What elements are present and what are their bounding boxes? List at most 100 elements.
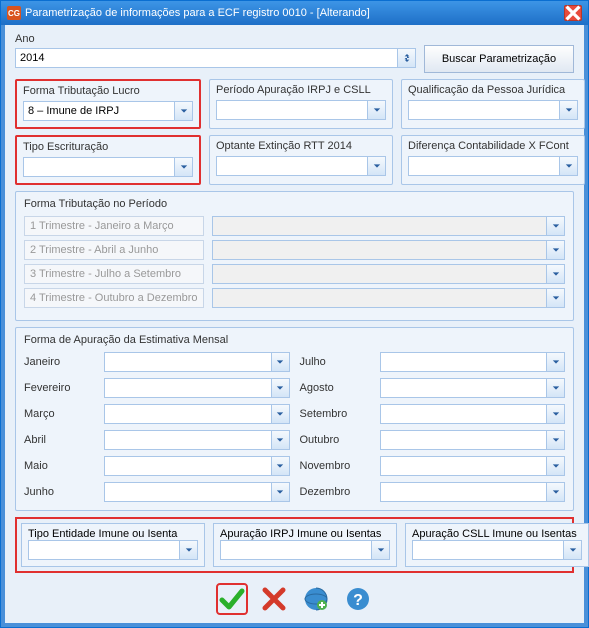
periodo-apuracao-combo[interactable]: [216, 100, 386, 120]
month-input[interactable]: [105, 457, 271, 475]
chevron-down-icon[interactable]: [546, 289, 564, 307]
optante-input[interactable]: [217, 157, 367, 175]
optante-combo[interactable]: [216, 156, 386, 176]
buscar-button[interactable]: Buscar Parametrização: [424, 45, 574, 73]
cancel-button[interactable]: [258, 583, 290, 615]
chevron-down-icon[interactable]: [271, 405, 289, 423]
apur-irpj-group: Apuração IRPJ Imune ou Isentas: [213, 523, 397, 567]
month-input[interactable]: [105, 353, 271, 371]
trimestre-combo[interactable]: [212, 288, 565, 308]
help-button[interactable]: ?: [342, 583, 374, 615]
month-combo[interactable]: [104, 404, 290, 424]
trimestre-combo[interactable]: [212, 216, 565, 236]
chevron-down-icon[interactable]: [546, 431, 564, 449]
trimestre-row: 4 Trimestre - Outubro a Dezembro: [24, 288, 565, 308]
chevron-down-icon[interactable]: [367, 101, 385, 119]
apur-irpj-title: Apuração IRPJ Imune ou Isentas: [220, 528, 381, 540]
chevron-down-icon[interactable]: [546, 379, 564, 397]
close-button[interactable]: [564, 5, 582, 21]
chevron-down-icon[interactable]: [546, 483, 564, 501]
forma-tributacao-combo[interactable]: [23, 101, 193, 121]
chevron-down-icon[interactable]: [271, 457, 289, 475]
month-input[interactable]: [381, 405, 547, 423]
month-input[interactable]: [105, 483, 271, 501]
chevron-down-icon[interactable]: [546, 405, 564, 423]
chevron-down-icon[interactable]: [546, 217, 564, 235]
chevron-down-icon[interactable]: [271, 379, 289, 397]
qualificacao-input[interactable]: [409, 101, 559, 119]
apur-irpj-combo[interactable]: [220, 540, 390, 560]
chevron-down-icon[interactable]: [174, 158, 192, 176]
chevron-down-icon[interactable]: [546, 265, 564, 283]
tipo-entidade-input[interactable]: [29, 541, 179, 559]
chevron-down-icon[interactable]: [271, 431, 289, 449]
trimestre-input[interactable]: [213, 241, 546, 259]
ano-dropdown-button[interactable]: [397, 49, 415, 67]
chevron-down-icon[interactable]: [546, 353, 564, 371]
month-input[interactable]: [105, 405, 271, 423]
trib-periodo-legend: Forma Tributação no Período: [24, 198, 565, 210]
chevron-down-icon[interactable]: [271, 483, 289, 501]
month-combo[interactable]: [380, 482, 566, 502]
diferenca-group: Diferença Contabilidade X FCont: [401, 135, 585, 185]
apur-csll-input[interactable]: [413, 541, 563, 559]
month-input[interactable]: [381, 431, 547, 449]
svg-text:?: ?: [353, 592, 363, 609]
trib-periodo-fieldset: Forma Tributação no Período 1 Trimestre …: [15, 191, 574, 321]
month-combo[interactable]: [104, 482, 290, 502]
tipo-entidade-group: Tipo Entidade Imune ou Isenta: [21, 523, 205, 567]
month-combo[interactable]: [380, 430, 566, 450]
trimestre-input[interactable]: [213, 265, 546, 283]
apur-csll-title: Apuração CSLL Imune ou Isentas: [412, 528, 577, 540]
qualificacao-combo[interactable]: [408, 100, 578, 120]
month-combo[interactable]: [104, 352, 290, 372]
month-label: Abril: [24, 434, 94, 446]
ano-combo[interactable]: [15, 48, 416, 68]
month-input[interactable]: [381, 483, 547, 501]
chevron-down-icon[interactable]: [271, 353, 289, 371]
chevron-down-icon[interactable]: [546, 457, 564, 475]
confirm-button[interactable]: [216, 583, 248, 615]
trimestre-input[interactable]: [213, 289, 546, 307]
month-combo[interactable]: [380, 352, 566, 372]
month-combo[interactable]: [104, 456, 290, 476]
month-input[interactable]: [105, 379, 271, 397]
month-label: Outubro: [300, 434, 370, 446]
chevron-down-icon[interactable]: [174, 102, 192, 120]
ano-field: Ano: [15, 33, 416, 73]
chevron-down-icon[interactable]: [559, 157, 577, 175]
forma-tributacao-input[interactable]: [24, 102, 174, 120]
month-combo[interactable]: [380, 378, 566, 398]
ano-label: Ano: [15, 33, 416, 45]
apur-irpj-input[interactable]: [221, 541, 371, 559]
trimestre-input[interactable]: [213, 217, 546, 235]
month-combo[interactable]: [104, 378, 290, 398]
month-input[interactable]: [381, 379, 547, 397]
diferenca-combo[interactable]: [408, 156, 578, 176]
chevron-down-icon[interactable]: [367, 157, 385, 175]
trimestre-combo[interactable]: [212, 240, 565, 260]
chevron-down-icon[interactable]: [546, 241, 564, 259]
ano-input[interactable]: [16, 49, 397, 67]
month-combo[interactable]: [380, 456, 566, 476]
chevron-down-icon[interactable]: [179, 541, 197, 559]
tipo-entidade-combo[interactable]: [28, 540, 198, 560]
tipo-escrituracao-input[interactable]: [24, 158, 174, 176]
month-input[interactable]: [381, 353, 547, 371]
chevron-down-icon[interactable]: [559, 101, 577, 119]
month-combo[interactable]: [104, 430, 290, 450]
month-combo[interactable]: [380, 404, 566, 424]
window-title: Parametrização de informações para a ECF…: [25, 7, 370, 19]
globe-button[interactable]: [300, 583, 332, 615]
apur-csll-combo[interactable]: [412, 540, 582, 560]
diferenca-input[interactable]: [409, 157, 559, 175]
chevron-down-icon[interactable]: [563, 541, 581, 559]
tipo-escrituracao-combo[interactable]: [23, 157, 193, 177]
month-input[interactable]: [105, 431, 271, 449]
trimestre-row: 3 Trimestre - Julho a Setembro: [24, 264, 565, 284]
month-input[interactable]: [381, 457, 547, 475]
chevron-down-icon[interactable]: [371, 541, 389, 559]
periodo-apuracao-input[interactable]: [217, 101, 367, 119]
forma-tributacao-title: Forma Tributação Lucro: [23, 85, 193, 97]
trimestre-combo[interactable]: [212, 264, 565, 284]
